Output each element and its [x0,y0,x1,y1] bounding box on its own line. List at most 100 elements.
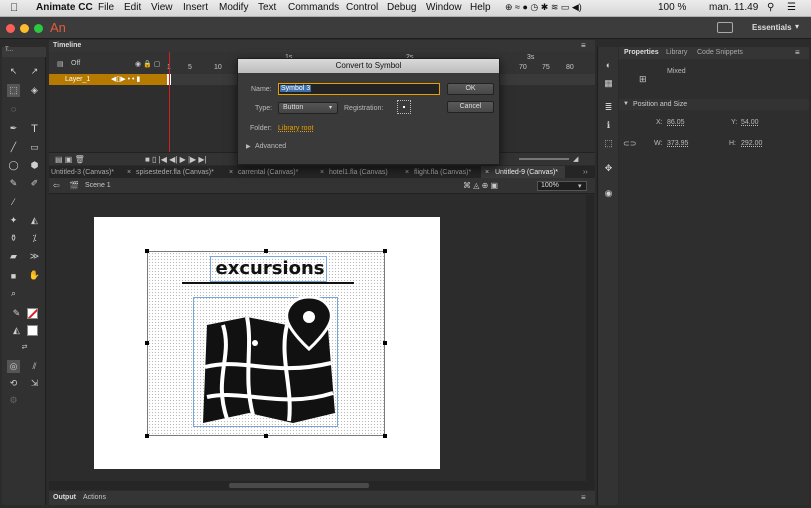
tabs-overflow-icon[interactable]: ›› [583,169,588,176]
camera-tool-icon[interactable]: ■ [7,269,20,282]
color-panel-icon[interactable]: ◐ [602,58,615,71]
width-tool-icon[interactable]: ≫ [28,250,41,263]
chevron-down-icon[interactable]: ▾ [329,104,332,111]
fill-color-swatch[interactable] [27,325,38,336]
w-value[interactable]: 373.95 [667,140,688,147]
fill-color-icon[interactable]: ◭ [10,324,23,337]
bone-tool-icon[interactable]: ✦ [7,214,20,227]
transform-handle[interactable] [383,434,387,438]
menu-insert[interactable]: Insert [183,2,208,13]
workspace-switcher[interactable]: Essentials [752,23,792,32]
chevron-down-icon[interactable]: ▾ [795,22,799,31]
horizontal-scrollbar[interactable] [49,481,595,490]
tab-properties[interactable]: Properties [624,49,659,56]
rectangle-tool-icon[interactable]: ▭ [28,141,41,154]
panel-menu-icon[interactable]: ≡ [581,493,586,502]
motion-presets-icon[interactable]: ◉ [602,187,615,200]
folder-link[interactable]: Library root [278,125,313,132]
close-tab-icon[interactable]: × [405,169,409,176]
menu-file[interactable]: File [98,2,114,13]
zoom-select[interactable]: 100% ▾ [537,181,587,191]
doc-tab-hotel1[interactable]: hotel1.fla (Canvas) [329,169,388,176]
swap-colors-icon[interactable]: ⇄ [18,340,31,353]
text-tool-icon[interactable]: T [28,122,41,135]
doc-tab-untitled-9[interactable]: Untitled-9 (Canvas)* [495,169,558,176]
transform-handle[interactable] [145,249,149,253]
doc-tab-flight[interactable]: flight.fla (Canvas)* [414,169,471,176]
cancel-button[interactable]: Cancel [447,101,494,113]
transform-icon[interactable]: ⬚ [602,137,615,150]
tab-code-snippets[interactable]: Code Snippets [697,49,743,56]
rotate-tool-icon[interactable]: ⟲ [7,377,20,390]
stroke-color-icon[interactable]: ✎ [10,307,23,320]
gradient-transform-icon[interactable]: ◈ [28,84,41,97]
transform-handle[interactable] [145,341,149,345]
oval-tool-icon[interactable]: ◯ [7,159,20,172]
eraser-tool-icon[interactable]: ▰ [7,250,20,263]
menu-commands[interactable]: Commands [288,2,339,13]
expand-triangle-icon[interactable]: ▶ [246,143,251,150]
menu-window[interactable]: Window [426,2,462,13]
minimize-window-button[interactable] [20,24,29,33]
menu-text[interactable]: Text [258,2,276,13]
x-value[interactable]: 86.05 [667,119,685,126]
menu-view[interactable]: View [151,2,173,13]
ink-bottle-icon[interactable]: ⚱ [7,232,20,245]
transform-handle[interactable] [383,249,387,253]
sync-icon[interactable] [717,22,733,33]
pen-tool-icon[interactable]: ✒ [7,122,20,135]
stroke-color-swatch[interactable] [27,308,38,319]
layer-toggle-icon[interactable]: ▤ [57,60,64,68]
back-arrow-icon[interactable]: ⇦ [53,181,60,190]
registration-grid[interactable] [397,100,411,114]
menu-debug[interactable]: Debug [387,2,416,13]
output-tab[interactable]: Output [53,494,76,501]
y-value[interactable]: 54.00 [741,119,759,126]
visibility-icon[interactable]: ◉ 🔒 ▢ [135,60,160,68]
chevron-down-icon[interactable]: ▼ [623,101,629,107]
transform-handle[interactable] [383,341,387,345]
pencil-tool-icon[interactable]: ✎ [7,177,20,190]
scroll-thumb[interactable] [229,483,369,488]
panel-menu-icon[interactable]: ≡ [795,48,800,57]
notification-icon[interactable]: ☰ [787,2,796,13]
vertical-scrollbar[interactable] [586,195,594,481]
menu-control[interactable]: Control [346,2,378,13]
new-layer-icon[interactable]: ▤ ▣ 🗑 [55,155,85,164]
playback-controls-icon[interactable]: ■ ▯ |◀ ◀| ▶ |▶ ▶| [145,155,207,164]
selection-tool-icon[interactable]: ↖ [7,65,20,78]
hand-tool-icon[interactable]: ✋ [28,269,41,282]
app-menu[interactable]: Animate CC [36,2,93,13]
zoom-tool-icon[interactable]: ⌕ [7,287,20,300]
zoom-window-button[interactable] [34,24,43,33]
type-select[interactable]: Button ▾ [278,102,338,114]
layer-controls-icon[interactable]: ◀▯▶ • • ▮ [111,75,140,83]
polystar-tool-icon[interactable]: ⬢ [28,159,41,172]
actions-tab[interactable]: Actions [83,494,106,501]
paint-brush-icon[interactable]: ⁄ [7,195,20,208]
spotlight-icon[interactable]: ⚲ [767,2,774,13]
transform-handle[interactable] [145,434,149,438]
timeline-tab[interactable]: Timeline [53,42,81,49]
playhead-line[interactable] [169,52,170,152]
doc-tab-carrental[interactable]: carrental (Canvas)* [238,169,298,176]
panel-menu-icon[interactable]: ≡ [581,41,586,50]
advanced-toggle[interactable]: Advanced [255,143,286,150]
link-icon[interactable]: ⊂⊃ [623,139,636,148]
transform-handle[interactable] [264,434,268,438]
snap-icon[interactable]: ⫽ [28,360,41,373]
menu-help[interactable]: Help [470,2,491,13]
close-tab-icon[interactable]: × [485,169,489,176]
brush-tool-icon[interactable]: ✐ [28,177,41,190]
components-icon[interactable]: ✥ [602,162,615,175]
layer-row-selected[interactable]: Layer_1 ◀▯▶ • • ▮ [49,74,167,85]
swatches-icon[interactable]: ▦ [602,77,615,90]
close-window-button[interactable] [6,24,15,33]
doc-tab-untitled-3[interactable]: Untitled-3 (Canvas)* [51,169,114,176]
timeline-zoom-icon[interactable]: ◢ [573,155,578,163]
ok-button[interactable]: OK [447,83,494,95]
scale-tool-icon[interactable]: ⇲ [28,377,41,390]
tab-library[interactable]: Library [666,49,687,56]
close-tab-icon[interactable]: × [127,169,131,176]
align-icon[interactable]: ≣ [602,101,615,114]
